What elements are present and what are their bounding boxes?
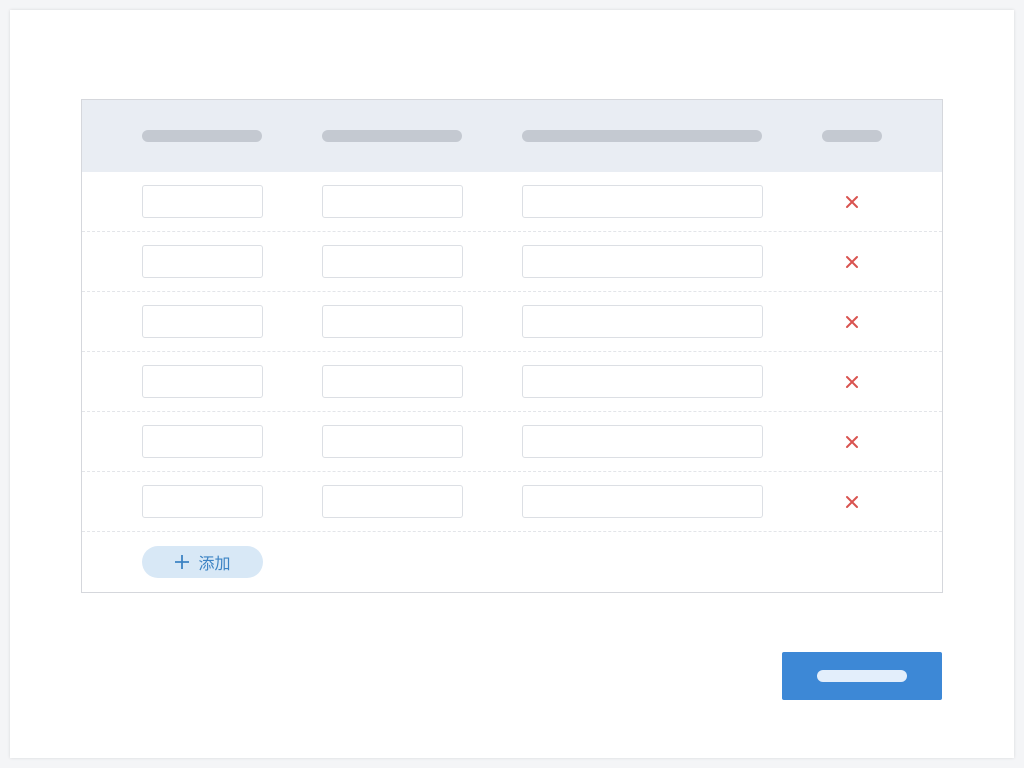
- close-icon: [845, 255, 859, 269]
- page-frame: 添加: [10, 10, 1014, 758]
- row-4-field-1[interactable]: [142, 365, 263, 398]
- table-row: [82, 172, 942, 232]
- row-3-field-1[interactable]: [142, 305, 263, 338]
- delete-row-button[interactable]: [837, 247, 867, 277]
- row-6-field-2[interactable]: [322, 485, 463, 518]
- row-2-field-1[interactable]: [142, 245, 263, 278]
- row-5-field-1[interactable]: [142, 425, 263, 458]
- add-row-label: 添加: [198, 554, 231, 573]
- column-header-actions: [822, 130, 882, 142]
- close-icon: [845, 495, 859, 509]
- delete-row-button[interactable]: [837, 367, 867, 397]
- row-6-field-3[interactable]: [522, 485, 763, 518]
- delete-row-button[interactable]: [837, 487, 867, 517]
- table-row: [82, 292, 942, 352]
- submit-button-label-placeholder: [817, 670, 907, 682]
- table-row: [82, 232, 942, 292]
- row-1-field-1[interactable]: [142, 185, 263, 218]
- table-row: [82, 352, 942, 412]
- row-2-field-3[interactable]: [522, 245, 763, 278]
- delete-row-button[interactable]: [837, 427, 867, 457]
- row-3-field-2[interactable]: [322, 305, 463, 338]
- delete-row-button[interactable]: [837, 187, 867, 217]
- close-icon: [845, 435, 859, 449]
- add-row-button[interactable]: 添加: [142, 546, 263, 578]
- column-header-2: [322, 130, 462, 142]
- row-4-field-3[interactable]: [522, 365, 763, 398]
- row-1-field-3[interactable]: [522, 185, 763, 218]
- close-icon: [845, 375, 859, 389]
- row-5-field-2[interactable]: [322, 425, 463, 458]
- column-header-1: [142, 130, 262, 142]
- table-row: [82, 412, 942, 472]
- row-1-field-2[interactable]: [322, 185, 463, 218]
- delete-row-button[interactable]: [837, 307, 867, 337]
- close-icon: [845, 315, 859, 329]
- column-header-3: [522, 130, 762, 142]
- row-5-field-3[interactable]: [522, 425, 763, 458]
- row-6-field-1[interactable]: [142, 485, 263, 518]
- row-3-field-3[interactable]: [522, 305, 763, 338]
- row-2-field-2[interactable]: [322, 245, 463, 278]
- editable-table: 添加: [81, 99, 943, 593]
- plus-icon: [174, 554, 190, 570]
- table-row: [82, 472, 942, 532]
- close-icon: [845, 195, 859, 209]
- table-header: [82, 100, 942, 172]
- submit-button[interactable]: [782, 652, 942, 700]
- row-4-field-2[interactable]: [322, 365, 463, 398]
